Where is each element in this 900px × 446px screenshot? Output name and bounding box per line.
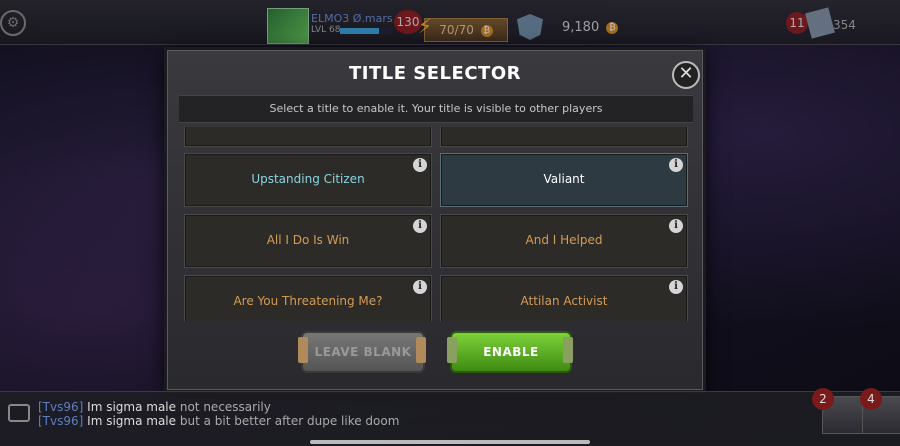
- chat-reply: but a bit better after dupe like doom: [179, 414, 400, 428]
- title-option-all-i-do-is-win[interactable]: All I Do Is Win i: [184, 214, 432, 268]
- chat-panel[interactable]: [Tvs96] Im sigma male not necessarily [T…: [0, 388, 900, 446]
- title-option-label: Upstanding Citizen: [251, 172, 365, 186]
- title-option-label: And I Helped: [525, 233, 603, 247]
- instructions-bar: Select a title to enable it. Your title …: [179, 95, 693, 123]
- energy-value: 70/70: [439, 23, 474, 37]
- title-selector-dialog: TITLE SELECTOR ✕ Select a title to enabl…: [167, 50, 703, 390]
- leave-blank-left-cap: [298, 337, 308, 363]
- player-level: LVL 68: [311, 25, 341, 35]
- xp-bar: [340, 28, 392, 34]
- energy-meter[interactable]: 70/70 ₿: [424, 18, 508, 42]
- chat-message: [Tvs96] Im sigma male but a bit better a…: [38, 414, 399, 428]
- units-icon[interactable]: [805, 7, 835, 39]
- gold-coin-icon: ₿: [606, 22, 619, 34]
- title-option-attilan-activist[interactable]: Attilan Activist i: [440, 275, 688, 321]
- chat-reply: not necessarily: [179, 400, 271, 414]
- title-option-are-you-threatening-me[interactable]: Are You Threatening Me? i: [184, 275, 432, 321]
- gold-value: 9,180: [562, 20, 600, 35]
- energy-bolt-icon: ⚡: [418, 14, 433, 38]
- title-option[interactable]: [440, 127, 688, 147]
- info-icon[interactable]: i: [413, 280, 427, 294]
- title-option-label: Are You Threatening Me?: [233, 294, 383, 308]
- title-option-valiant[interactable]: Valiant i: [440, 153, 688, 207]
- info-icon[interactable]: i: [669, 219, 683, 233]
- title-option-and-i-helped[interactable]: And I Helped i: [440, 214, 688, 268]
- units-value: 354: [833, 18, 856, 32]
- chat-sender[interactable]: [Tvs96]: [38, 414, 83, 428]
- gold-counter[interactable]: 9,180 ₿: [562, 20, 619, 35]
- bottom-scrollbar[interactable]: [310, 440, 590, 444]
- info-icon[interactable]: i: [669, 158, 683, 172]
- chat-message: [Tvs96] Im sigma male not necessarily: [38, 400, 271, 414]
- info-icon[interactable]: i: [413, 219, 427, 233]
- title-list[interactable]: Upstanding Citizen i Valiant i All I Do …: [179, 127, 693, 321]
- info-icon[interactable]: i: [669, 280, 683, 294]
- top-hud: ⚙ ELMO3 Ø.mars LVL 68 130 70/70 ₿ ⚡ 9,18…: [0, 0, 900, 45]
- store-badge: 4: [860, 388, 882, 410]
- leave-blank-right-cap: [416, 337, 426, 363]
- player-avatar[interactable]: [267, 8, 309, 44]
- close-icon[interactable]: ✕: [672, 61, 700, 89]
- title-option-label: All I Do Is Win: [266, 233, 350, 247]
- title-option[interactable]: [184, 127, 432, 147]
- xp-bar-fill: [340, 28, 379, 34]
- alliance-shield-icon[interactable]: [517, 14, 543, 40]
- chat-sender[interactable]: [Tvs96]: [38, 400, 83, 414]
- settings-gear-icon[interactable]: ⚙: [0, 10, 26, 36]
- enable-right-cap: [563, 337, 573, 363]
- title-option-label: Attilan Activist: [520, 294, 608, 308]
- dialog-title: TITLE SELECTOR: [349, 63, 521, 84]
- chat-text: Im sigma male: [87, 414, 177, 428]
- energy-coin-icon: ₿: [480, 25, 493, 37]
- chat-bubble-icon[interactable]: [8, 404, 30, 422]
- player-name: ELMO3 Ø.mars: [311, 12, 393, 25]
- title-option-upstanding-citizen[interactable]: Upstanding Citizen i: [184, 153, 432, 207]
- enable-left-cap: [447, 337, 457, 363]
- inbox-badge: 2: [812, 388, 834, 410]
- title-option-label: Valiant: [543, 172, 585, 186]
- chat-text: Im sigma male: [87, 400, 177, 414]
- enable-button[interactable]: ENABLE: [450, 331, 572, 373]
- info-icon[interactable]: i: [413, 158, 427, 172]
- instructions-text: Select a title to enable it. Your title …: [269, 102, 603, 115]
- leave-blank-button[interactable]: LEAVE BLANK: [301, 331, 425, 373]
